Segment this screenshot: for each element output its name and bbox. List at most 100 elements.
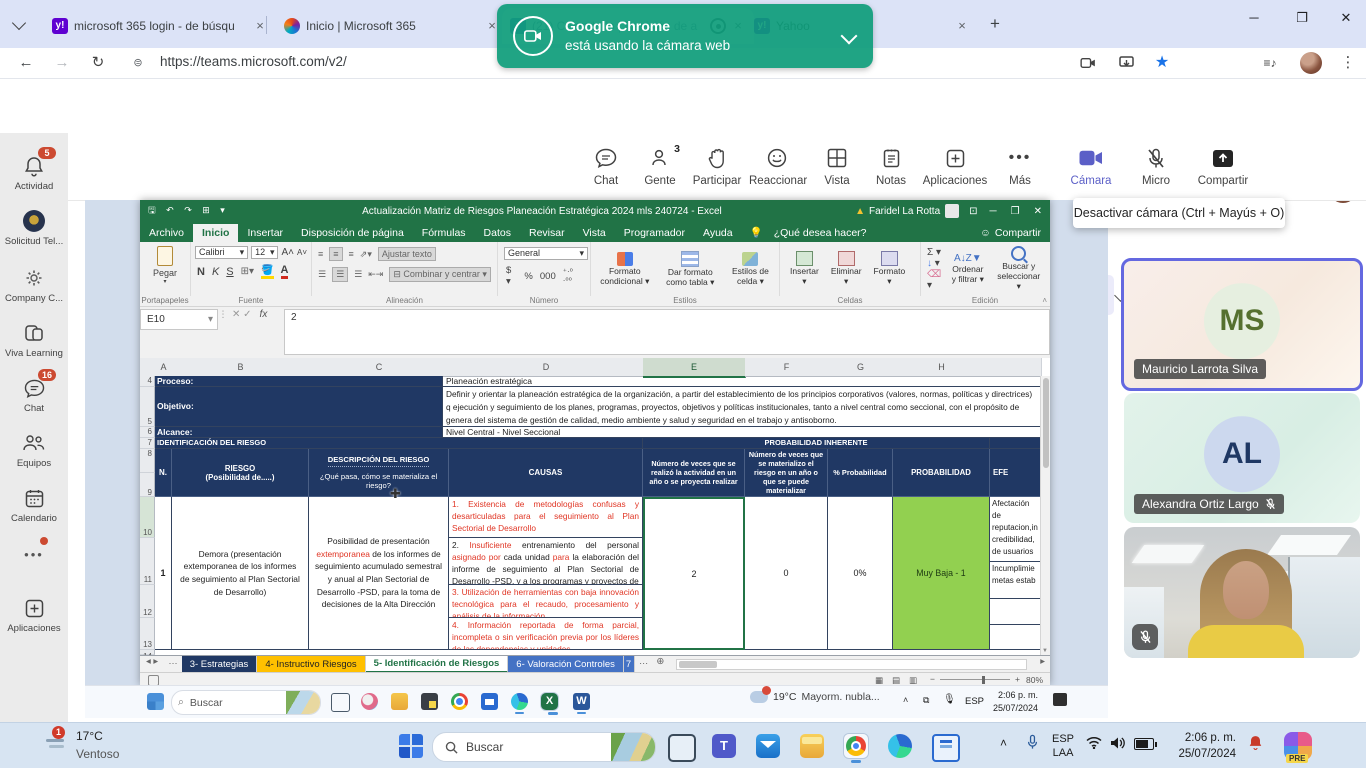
bookmark-star-icon[interactable]: ★ — [1150, 51, 1174, 75]
participant-tile-mauricio[interactable]: MS Mauricio Larrota Silva — [1121, 258, 1363, 391]
zoom-slider[interactable] — [940, 679, 1010, 680]
new-tab-button[interactable]: + — [984, 13, 1006, 35]
tab-close-icon[interactable]: × — [954, 18, 970, 34]
sheet-tab-valoracion[interactable]: 6- Valoración Controles — [508, 656, 624, 673]
thousands-icon[interactable]: 000 — [540, 271, 556, 282]
window-restore-button[interactable]: ❐ — [1282, 0, 1322, 36]
h-scrollbar[interactable] — [676, 659, 1027, 670]
browser-profile-avatar[interactable] — [1300, 52, 1322, 74]
shared-cast-icon[interactable]: ⧉ — [923, 695, 929, 706]
browser-tab-1[interactable]: y! microsoft 365 login - de búsqu × — [44, 8, 276, 44]
orientation-icon[interactable]: ⇗▾ — [360, 249, 372, 260]
decimal-icons[interactable]: ⁺·⁰ ·⁰⁰ — [563, 267, 582, 285]
insert-cells-button[interactable]: Insertar▾ — [790, 251, 819, 287]
ribbon-tab-insertar[interactable]: Insertar — [238, 224, 292, 242]
zoom-in-icon[interactable]: + — [1015, 674, 1020, 684]
people-button[interactable]: 3 Gente — [632, 145, 688, 187]
back-icon[interactable]: ← — [14, 51, 38, 75]
delete-cells-button[interactable]: Eliminar▾ — [831, 251, 862, 287]
fill-color-icon[interactable]: 🪣 — [261, 265, 273, 279]
browser-menu-icon[interactable]: ⋮ — [1336, 51, 1360, 75]
find-select-button[interactable]: Buscar y seleccionar ▾ — [995, 246, 1043, 292]
fill-icon[interactable]: ↓ — [927, 258, 932, 269]
excel-share-button[interactable]: ☺ Compartir — [971, 224, 1050, 242]
remote-print-icon[interactable] — [932, 734, 960, 762]
rail-item-aplicaciones[interactable]: Aplicaciones — [0, 595, 68, 634]
cell-efecto-3[interactable] — [990, 599, 1041, 625]
currency-icon[interactable]: $ ▾ — [506, 265, 517, 287]
shared-store-icon[interactable] — [481, 693, 498, 710]
zoom-level[interactable]: 80% — [1026, 675, 1043, 685]
align-bottom-icon[interactable]: ≡ — [349, 249, 354, 259]
borders-icon[interactable]: ⊞▾ — [241, 266, 254, 277]
cell-descripcion[interactable]: Posibilidad de presentación extemporanea… — [309, 497, 449, 650]
volume-icon[interactable] — [1110, 736, 1125, 750]
cell-veces-selected[interactable]: 2 — [643, 497, 745, 650]
shrink-font-icon[interactable]: A˅ — [297, 248, 307, 257]
formula-input[interactable]: 2 — [284, 309, 1050, 355]
shared-weather[interactable]: 19°CMayorm. nubla... — [750, 691, 880, 703]
excel-restore-icon[interactable]: ❐ — [1011, 206, 1020, 217]
bold-button[interactable]: N — [197, 266, 205, 278]
ribbon-tab-datos[interactable]: Datos — [475, 224, 520, 242]
rail-item-more[interactable]: ••• — [0, 541, 68, 567]
teams-taskbar-icon[interactable]: T — [712, 734, 736, 758]
wrap-text-button[interactable]: Ajustar texto — [378, 247, 436, 261]
sheet-overflow-right[interactable]: … — [635, 656, 653, 673]
cell-materializo[interactable]: 0 — [745, 497, 828, 650]
mail-icon[interactable] — [756, 734, 780, 758]
shared-word-icon[interactable]: W — [573, 693, 590, 710]
react-button[interactable]: Reaccionar — [749, 145, 805, 187]
italic-button[interactable]: K — [212, 266, 219, 278]
copilot-icon[interactable]: PRE — [1284, 732, 1312, 760]
ribbon-tab-inicio[interactable]: Inicio — [193, 224, 238, 242]
view-button[interactable]: Vista — [809, 145, 865, 187]
reload-icon[interactable]: ↻ — [86, 51, 110, 75]
camera-button[interactable]: Cámara — [1063, 145, 1119, 187]
extensions-icon[interactable]: ≡♪ — [1258, 51, 1282, 75]
cell-styles-button[interactable]: Estilos de celda ▾ — [730, 252, 771, 287]
tell-me-box[interactable]: ¿Qué desea hacer? — [765, 224, 876, 242]
window-minimize-button[interactable]: ─ — [1234, 0, 1274, 36]
ribbon-tab-revisar[interactable]: Revisar — [520, 224, 574, 242]
rail-item-company[interactable]: Company C... — [0, 265, 68, 304]
tab-camera-icon[interactable] — [1076, 51, 1100, 75]
sheet-tab-partial[interactable]: 7 — [624, 656, 635, 673]
participant-tile-alexandra[interactable]: AL Alexandra Ortiz Largo — [1124, 393, 1360, 523]
sort-filter-button[interactable]: A↓Z▼Ordenar y filtrar ▾ — [949, 253, 986, 285]
sheet-overflow-left[interactable]: … — [164, 656, 182, 673]
rail-item-solicitud[interactable]: Solicitud Tel... — [0, 208, 68, 247]
share-button[interactable]: Compartir — [1195, 145, 1251, 187]
rail-item-equipos[interactable]: Equipos — [0, 430, 68, 469]
objetivo-value-cell[interactable]: Definir y orientar la planeación estraté… — [443, 387, 1041, 427]
shared-edge-icon[interactable] — [511, 693, 528, 710]
align-middle-icon[interactable]: ≡ — [329, 247, 342, 261]
taskbar-weather[interactable]: 1 17°CVentoso — [46, 727, 119, 763]
cell-causa-2[interactable]: 2. Insuficiente entrenamiento del person… — [449, 538, 643, 585]
shared-notification-icon[interactable] — [1053, 693, 1067, 706]
ribbon-tab-ayuda[interactable]: Ayuda — [694, 224, 742, 242]
taskbar-search-box[interactable]: Buscar — [432, 732, 656, 762]
shared-start-icon[interactable] — [147, 693, 164, 710]
grow-font-icon[interactable]: A˄ — [281, 247, 294, 258]
excel-minimize-icon[interactable]: ─ — [990, 206, 997, 217]
shared-paint-icon[interactable] — [361, 693, 378, 710]
window-close-button[interactable]: ✕ — [1326, 0, 1366, 36]
ribbon-tab-vista[interactable]: Vista — [574, 224, 615, 242]
shared-search-box[interactable]: ⌕Buscar — [171, 690, 321, 715]
cell-causa-1[interactable]: 1. Existencia de metodologías confusas y… — [449, 497, 643, 538]
ribbon-tab-archivo[interactable]: Archivo — [140, 224, 193, 242]
shared-clock[interactable]: 2:06 p. m.25/07/2024 — [993, 689, 1038, 714]
shared-taskview-icon[interactable] — [331, 693, 350, 712]
chat-button[interactable]: Chat — [578, 145, 634, 187]
format-as-table-button[interactable]: Dar formato como tabla ▾ — [661, 251, 720, 288]
percent-icon[interactable]: % — [524, 271, 532, 282]
number-format-select[interactable]: General▾ — [504, 247, 588, 260]
h-scroll-right-icon[interactable]: ▸ — [1035, 656, 1050, 673]
cell-probabilidad[interactable]: Muy Baja - 1 — [893, 497, 990, 650]
indent-icons[interactable]: ⇤⇥ — [368, 269, 383, 280]
notification-expand-icon[interactable] — [841, 28, 858, 45]
ribbon-tab-formulas[interactable]: Fórmulas — [413, 224, 475, 242]
raise-hand-button[interactable]: Participar — [689, 145, 745, 187]
align-top-icon[interactable]: ≡ — [318, 249, 323, 259]
